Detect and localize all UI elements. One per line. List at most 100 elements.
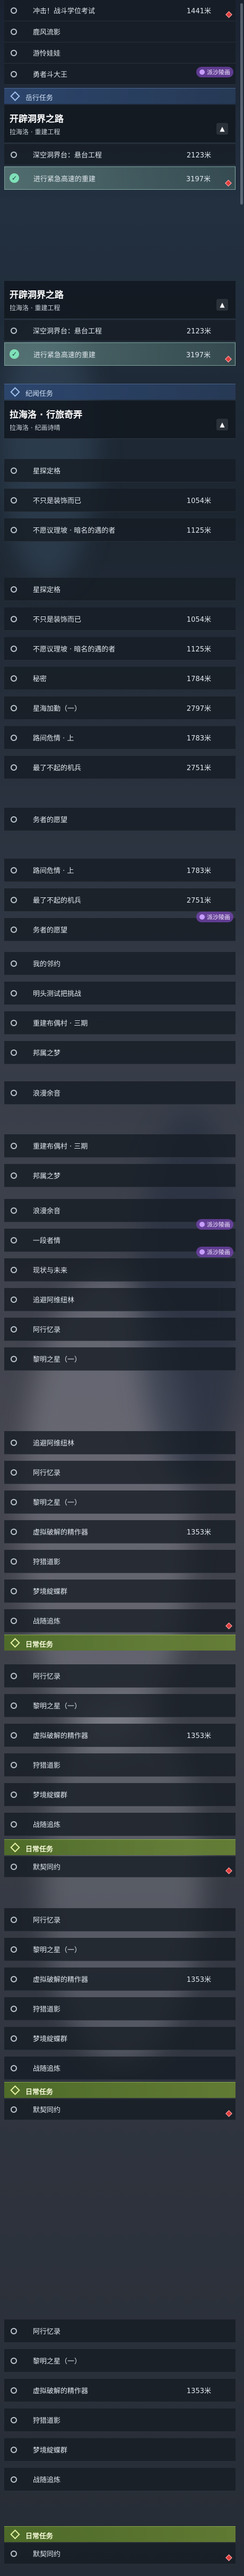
task-row[interactable]: 梦境綻蝶群 <box>4 2027 236 2050</box>
task-label: 狩猎道影 <box>33 2006 61 2014</box>
task-row[interactable]: 追避阿维纽林 <box>4 1431 236 1454</box>
section-header-daily[interactable]: 日常任务 <box>4 1839 236 1855</box>
task-row[interactable]: 星海加勤（一） 2797米 <box>4 696 236 720</box>
task-row[interactable]: 阿行忆录 <box>4 1908 236 1931</box>
task-distance: 1353米 <box>186 2387 211 2395</box>
task-row[interactable]: 游怜娃娃 <box>4 42 236 64</box>
section-header-discovery[interactable]: 纪闻任务 <box>4 384 236 400</box>
task-row[interactable]: 虚拟破解的精作器 1353米 <box>4 1968 236 1991</box>
task-row[interactable]: 不愿议理坡 · 暗名的遇的者 1125米 <box>4 637 236 660</box>
quest-header[interactable]: 拉海洛 · 行旅奇弄 拉海洛 · 纪画诗晴 ▲ <box>4 401 236 439</box>
task-row[interactable]: 黎明之星（一） <box>4 1694 236 1717</box>
task-label: 重建布偶村 · 三期 <box>33 1020 88 1028</box>
task-label: 阿行忆录 <box>33 1673 61 1681</box>
chevron-up-icon[interactable]: ▲ <box>216 299 228 311</box>
status-dot-icon <box>11 926 17 933</box>
task-row[interactable]: 梦境綻蝶群 <box>4 1580 236 1603</box>
task-label: 不只是装饰而已 <box>33 616 82 624</box>
task-row[interactable]: 虚拟破解的精作器 1353米 <box>4 1520 236 1543</box>
status-dot-icon <box>11 467 17 474</box>
task-row[interactable]: 不愿议理坡 · 暗名的遇的者 1125米 <box>4 518 236 542</box>
scrollbar[interactable] <box>240 3 243 205</box>
task-row[interactable]: 战随追炼 <box>4 2057 236 2080</box>
diamond-icon <box>10 91 20 101</box>
task-row[interactable]: 最了不起的机兵 2751米 <box>4 888 236 912</box>
status-dot-icon <box>11 1617 17 1624</box>
task-row[interactable]: 我的邻约 <box>4 952 236 975</box>
task-row[interactable]: 狩猎道影 <box>4 2409 236 2432</box>
task-label: 游怜娃娃 <box>33 50 61 58</box>
task-row[interactable]: 阿行忆录 <box>4 1461 236 1484</box>
task-label: 战随追炼 <box>33 1618 61 1626</box>
task-row[interactable]: 默契同约 <box>4 2543 236 2564</box>
task-row[interactable]: 星探定格 <box>4 578 236 601</box>
task-row[interactable]: 黎明之星（一） <box>4 2349 236 2372</box>
task-row[interactable]: 黎明之星（一） <box>4 1938 236 1961</box>
status-dot-icon <box>11 1702 17 1709</box>
quest-header[interactable]: 开辟洞界之路 拉海洛 · 重建工程 ▲ <box>4 281 236 319</box>
status-dot-icon <box>11 1207 17 1214</box>
task-row[interactable]: 路间危情 · 上 1783米 <box>4 726 236 749</box>
task-row[interactable]: 不只是装饰而已 1054米 <box>4 489 236 512</box>
task-label: 狩猎道影 <box>33 1558 61 1566</box>
task-row[interactable]: 明头测试把挑战 <box>4 982 236 1005</box>
task-row[interactable]: 路间危情 · 上 1783米 <box>4 859 236 882</box>
status-dot-icon <box>11 675 17 682</box>
logo-icon <box>199 1249 205 1255</box>
task-row[interactable]: 邦属之梦 <box>4 1164 236 1187</box>
task-row[interactable]: 战随追炼 <box>4 1813 236 1836</box>
task-distance: 1441米 <box>186 7 211 15</box>
task-label: 浪漫余音 <box>33 1090 61 1098</box>
section-header-daily[interactable]: 日常任务 <box>4 2526 236 2542</box>
task-label: 战随追炼 <box>33 2476 61 2484</box>
task-row-active[interactable]: ✓ 进行紧急高速的重建 3197米 <box>4 342 236 366</box>
task-row[interactable]: 务者的愿望 <box>4 808 236 831</box>
task-row[interactable]: 战随追炼 <box>4 2468 236 2491</box>
task-row[interactable]: 冲击！战斗学位考试 1441米 <box>4 0 236 21</box>
task-row[interactable]: 阿行忆录 <box>4 1664 236 1688</box>
task-row[interactable]: 浪漫余音 <box>4 1081 236 1105</box>
status-dot-icon <box>11 615 17 622</box>
section-header-companion[interactable]: 岳行任务 <box>4 88 236 104</box>
task-row[interactable]: 梦境綻蝶群 <box>4 2438 236 2462</box>
task-row[interactable]: 默契同约 <box>4 1856 236 1877</box>
task-row[interactable]: 阿行忆录 <box>4 2319 236 2343</box>
task-row[interactable]: 星探定格 <box>4 459 236 482</box>
task-row[interactable]: 重建布偶村 · 三期 <box>4 1011 236 1035</box>
task-row[interactable]: 鹿风流影 <box>4 21 236 42</box>
task-label: 浪漫余音 <box>33 1207 61 1215</box>
task-row-active[interactable]: ✓ 进行紧急高速的重建 3197米 <box>4 166 236 190</box>
task-label: 黎明之星（一） <box>33 1946 82 1954</box>
status-dot-icon <box>11 2416 17 2423</box>
task-row[interactable]: 狩猎道影 <box>4 1997 236 2021</box>
task-row[interactable]: 最了不起的机兵 2751米 <box>4 756 236 779</box>
section-header-daily[interactable]: 日常任务 <box>4 2082 236 2098</box>
task-row[interactable]: 现状与未来 <box>4 1258 236 1282</box>
task-label: 星海加勤（一） <box>33 705 82 713</box>
chevron-up-icon[interactable]: ▲ <box>216 419 228 430</box>
task-row[interactable]: 狩猎道影 <box>4 1753 236 1777</box>
task-row[interactable]: 狩猎道影 <box>4 1550 236 1573</box>
chevron-up-icon[interactable]: ▲ <box>216 123 228 135</box>
status-dot-icon <box>11 1089 17 1096</box>
task-row[interactable]: 重建布偶村 · 三期 <box>4 1134 236 1158</box>
task-row[interactable]: 阿行忆录 <box>4 1318 236 1341</box>
task-row[interactable]: 深空洞界台：悬台工程 2123米 <box>4 144 236 165</box>
task-row[interactable]: 黎明之星（一） <box>4 1347 236 1371</box>
task-row[interactable]: 黎明之星（一） <box>4 1490 236 1514</box>
quest-header[interactable]: 开辟洞界之路 拉海洛 · 重建工程 ▲ <box>4 105 236 143</box>
task-row[interactable]: 默契同约 <box>4 2099 236 2120</box>
diamond-icon <box>10 2529 20 2539</box>
task-row[interactable]: 追避阿维纽林 <box>4 1288 236 1311</box>
task-row[interactable]: 梦境綻蝶群 <box>4 1783 236 1806</box>
task-row[interactable]: 秘密 1784米 <box>4 667 236 690</box>
task-row[interactable]: 虚拟破解的精作器 1353米 <box>4 2379 236 2402</box>
task-row[interactable]: 不只是装饰而已 1054米 <box>4 607 236 631</box>
task-row[interactable]: 深空洞界台：悬台工程 2123米 <box>4 320 236 341</box>
status-dot-icon <box>11 2035 17 2042</box>
task-row[interactable]: 虚拟破解的精作器 1353米 <box>4 1724 236 1747</box>
task-row[interactable]: 邦属之梦 <box>4 1041 236 1064</box>
task-row[interactable]: 战随追炼 <box>4 1609 236 1633</box>
section-header-daily[interactable]: 日常任务 <box>4 1635 236 1651</box>
task-label: 虚拟破解的精作器 <box>33 1732 89 1740</box>
